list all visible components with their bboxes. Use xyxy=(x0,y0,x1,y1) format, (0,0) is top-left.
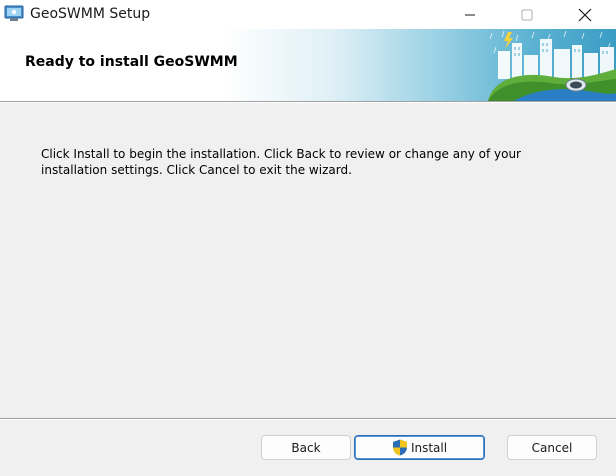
cancel-button-label: Cancel xyxy=(531,440,573,455)
maximize-button[interactable] xyxy=(504,0,550,29)
install-button[interactable]: Install xyxy=(354,435,485,460)
cancel-button[interactable]: Cancel xyxy=(507,435,597,460)
setup-window: GeoSWMM Setup Ready to install GeoSWMM C… xyxy=(0,0,616,476)
uac-shield-icon xyxy=(392,439,407,456)
page-title: Ready to install GeoSWMM xyxy=(25,54,238,70)
title-bar: GeoSWMM Setup xyxy=(0,0,616,29)
banner-divider-highlight xyxy=(0,102,616,103)
close-icon xyxy=(578,8,592,21)
close-button[interactable] xyxy=(562,0,608,29)
instructions-text: Click Install to begin the installation.… xyxy=(41,147,521,177)
window-title: GeoSWMM Setup xyxy=(30,6,151,22)
installer-app-icon xyxy=(4,5,24,21)
minimize-icon xyxy=(465,14,475,15)
minimize-button[interactable] xyxy=(447,0,493,29)
header-banner: Ready to install GeoSWMM xyxy=(0,29,616,101)
footer-divider-highlight xyxy=(0,419,616,420)
install-button-label: Install xyxy=(410,440,448,455)
maximize-icon xyxy=(521,9,533,20)
city-rain-banner-image xyxy=(488,30,616,101)
back-button-label: Back xyxy=(291,440,321,455)
back-button[interactable]: Back xyxy=(261,435,351,460)
